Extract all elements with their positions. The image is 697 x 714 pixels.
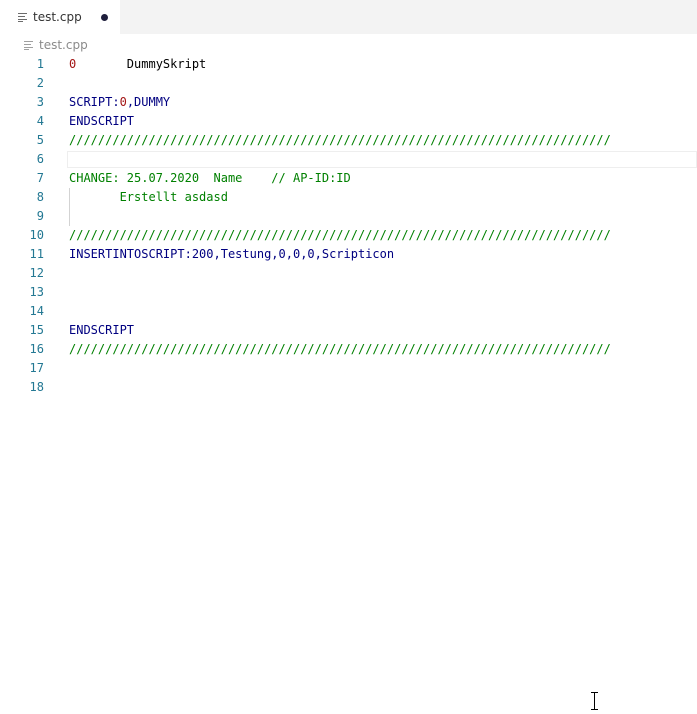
code-line[interactable]: 15 ENDSCRIPT <box>0 321 697 340</box>
line-content[interactable]: INSERTINTOSCRIPT:200,Testung,0,0,0,Scrip… <box>69 245 394 264</box>
line-content[interactable]: ENDSCRIPT <box>69 321 134 340</box>
line-content[interactable]: ////////////////////////////////////////… <box>69 226 611 245</box>
code-line[interactable]: 1 0 DummySkript <box>0 55 697 74</box>
code-line[interactable]: 9 <box>0 207 697 226</box>
code-line[interactable]: 13 <box>0 283 697 302</box>
indent-guide <box>69 188 70 207</box>
line-number: 10 <box>29 228 44 242</box>
current-line-highlight <box>67 151 697 168</box>
code-line[interactable]: 10 //////////////////////////////////////… <box>0 226 697 245</box>
code-token: ENDSCRIPT <box>69 114 135 128</box>
line-number: 1 <box>36 57 44 71</box>
line-number: 12 <box>29 266 44 280</box>
code-line[interactable]: 14 <box>0 302 697 321</box>
code-line[interactable]: 12 <box>0 264 697 283</box>
line-number: 7 <box>36 171 44 185</box>
line-number: 13 <box>29 285 44 299</box>
line-number: 17 <box>29 361 44 375</box>
file-lines-icon <box>18 12 27 22</box>
code-token: CHANGE: 25.07.2020 Name // AP-ID:ID <box>69 171 351 185</box>
code-line[interactable]: 6 <box>0 150 697 169</box>
code-line[interactable]: 2 <box>0 74 697 93</box>
code-line[interactable]: 18 <box>0 378 697 397</box>
code-line[interactable]: 16 //////////////////////////////////////… <box>0 340 697 359</box>
line-number: 5 <box>36 133 44 147</box>
code-token: SCRIPT: <box>69 95 120 109</box>
breadcrumb-file[interactable]: test.cpp <box>39 38 88 52</box>
line-number: 14 <box>29 304 44 318</box>
code-line[interactable]: 5 ///////////////////////////////////////… <box>0 131 697 150</box>
line-number: 6 <box>36 152 44 166</box>
line-number: 18 <box>29 380 44 394</box>
line-number: 8 <box>36 190 44 204</box>
unsaved-dot-icon[interactable] <box>101 13 108 21</box>
line-content[interactable]: ////////////////////////////////////////… <box>69 131 611 150</box>
code-line[interactable]: 7 CHANGE: 25.07.2020 Name // AP-ID:ID <box>0 169 697 188</box>
code-line[interactable]: 4 ENDSCRIPT <box>0 112 697 131</box>
text-cursor-icon <box>590 692 600 710</box>
line-number: 11 <box>29 247 44 261</box>
line-number: 4 <box>36 114 44 128</box>
code-token: 0 <box>119 95 127 109</box>
code-line[interactable]: 17 <box>0 359 697 378</box>
indent-guide <box>69 207 70 226</box>
code-token: ENDSCRIPT <box>69 323 135 337</box>
code-token: ////////////////////////////////////////… <box>69 133 611 147</box>
tab-bar: test.cpp <box>0 0 697 34</box>
code-editor[interactable]: 10 DummySkript 2 3 SCRIPT:0,DUMMY 4 ENDSCRIPT… <box>0 55 697 714</box>
code-token: ////////////////////////////////////////… <box>69 342 611 356</box>
code-token: Erstellt asdasd <box>69 190 228 204</box>
code-token: INSERTINTOSCRIPT:200,Testung,0,0,0,Scrip… <box>69 247 395 261</box>
line-content[interactable]: ENDSCRIPT <box>69 112 134 131</box>
code-line[interactable]: 8 Erstellt asdasd <box>0 188 697 207</box>
tab-label: test.cpp <box>33 10 82 24</box>
line-number: 9 <box>36 209 44 223</box>
line-content[interactable]: SCRIPT:0,DUMMY <box>69 93 170 112</box>
line-number: 15 <box>29 323 44 337</box>
line-number: 16 <box>29 342 44 356</box>
line-content[interactable]: 0 DummySkript <box>69 55 206 74</box>
file-lines-icon <box>24 40 33 50</box>
line-content[interactable]: ////////////////////////////////////////… <box>69 340 611 359</box>
line-number: 3 <box>36 95 44 109</box>
tab-test-cpp[interactable]: test.cpp <box>0 0 121 34</box>
code-line[interactable]: 3 SCRIPT:0,DUMMY <box>0 93 697 112</box>
line-content[interactable]: Erstellt asdasd <box>69 188 228 207</box>
code-line[interactable]: 11 INSERTINTOSCRIPT:200,Testung,0,0,0,Scr… <box>0 245 697 264</box>
code-token: ////////////////////////////////////////… <box>69 228 611 242</box>
code-token: DummySkript <box>76 57 207 71</box>
line-content[interactable]: CHANGE: 25.07.2020 Name // AP-ID:ID <box>69 169 351 188</box>
line-number: 2 <box>36 76 44 90</box>
code-token: ,DUMMY <box>126 95 171 109</box>
breadcrumb: test.cpp <box>0 36 88 54</box>
